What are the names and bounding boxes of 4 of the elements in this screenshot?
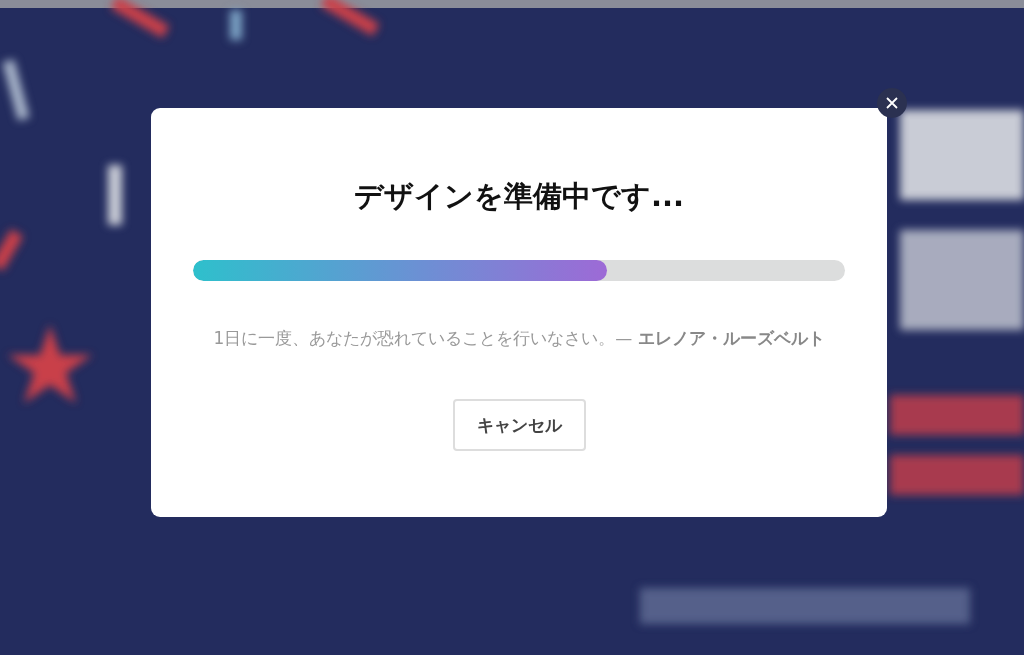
close-icon	[886, 97, 898, 109]
cancel-button[interactable]: キャンセル	[452, 399, 586, 451]
quote-text: 1日に一度、あなたが恐れていることを行いなさい。— エレノア・ルーズベルト	[212, 327, 826, 350]
dialog-title: デザインを準備中です...	[353, 178, 685, 215]
